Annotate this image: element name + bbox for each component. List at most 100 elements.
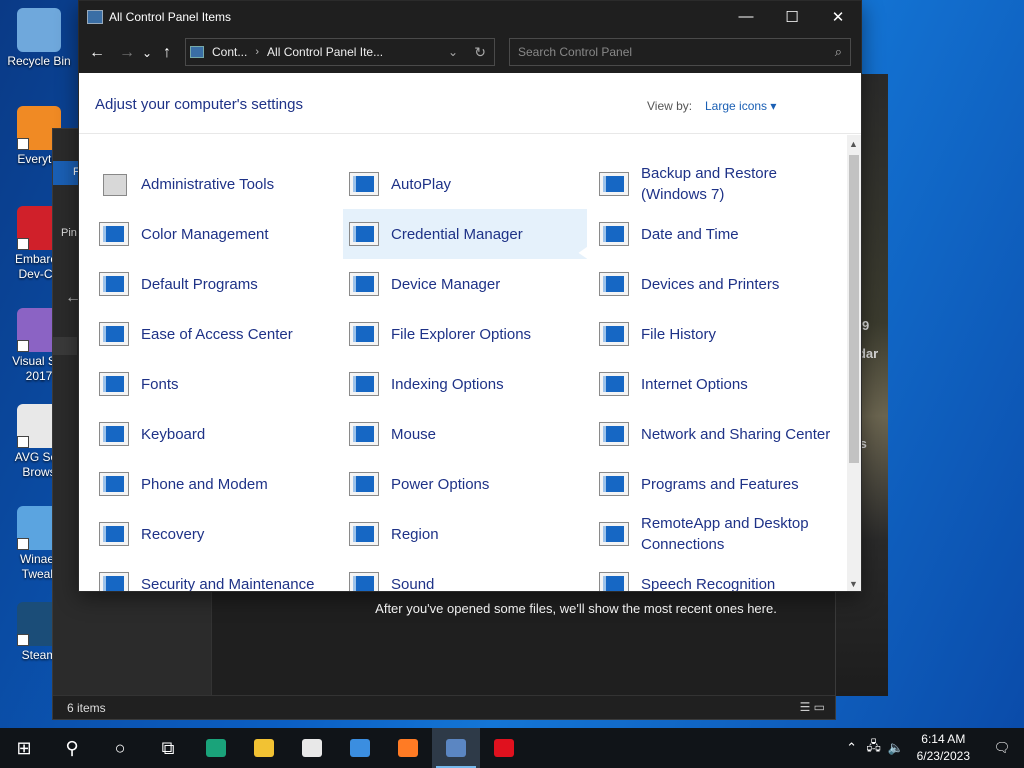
desktop-icon[interactable]: Recycle Bin [4, 8, 74, 69]
control-panel-item[interactable]: Default Programs [93, 259, 337, 309]
control-panel-item[interactable]: Phone and Modem [93, 459, 337, 509]
item-label: Speech Recognition [641, 575, 776, 592]
item-label: Date and Time [641, 225, 739, 243]
back-button[interactable]: ← [85, 39, 109, 67]
up-button[interactable]: ↑ [155, 39, 179, 67]
shortcut-arrow-icon [17, 634, 29, 646]
control-panel-item[interactable]: Fonts [93, 359, 337, 409]
notifications-icon[interactable]: 🗨 [980, 740, 1024, 756]
default-programs-icon [99, 272, 129, 296]
control-panel-item[interactable]: Device Manager [343, 259, 587, 309]
control-panel-item[interactable]: Speech Recognition [593, 559, 837, 591]
control-panel-item[interactable]: Region [343, 509, 587, 559]
start-icon: ⊞ [16, 737, 32, 758]
desktop-app-icon [17, 8, 61, 52]
item-label: Network and Sharing Center [641, 425, 831, 443]
breadcrumb-separator: › [255, 46, 260, 58]
shortcut-arrow-icon [17, 138, 29, 150]
recent-locations-button[interactable]: ⌄ [139, 39, 155, 67]
vertical-scrollbar[interactable]: ▲ ▼ [847, 135, 861, 591]
search-button[interactable]: ⚲ [48, 728, 96, 768]
mail-icon [350, 739, 370, 757]
opera-button[interactable] [480, 728, 528, 768]
address-bar[interactable]: Cont... › All Control Panel Ite... ⌄ ↻ [185, 38, 495, 66]
phone-modem-icon [99, 472, 129, 496]
scrollbar-thumb[interactable] [849, 155, 859, 463]
minimize-button[interactable]: — [723, 1, 769, 32]
start-button[interactable]: ⊞ [0, 728, 48, 768]
mail-button[interactable] [336, 728, 384, 768]
breadcrumb-item[interactable]: All Control Panel Ite... [267, 45, 383, 59]
edge-button[interactable] [192, 728, 240, 768]
store-button[interactable] [288, 728, 336, 768]
chevron-down-icon[interactable]: ⌄ [448, 45, 458, 59]
control-panel-item[interactable]: Internet Options [593, 359, 837, 409]
volume-icon[interactable]: 🔈 [885, 740, 907, 756]
control-panel-item[interactable]: Mouse [343, 409, 587, 459]
firefox-button[interactable] [384, 728, 432, 768]
control-panel-item[interactable]: Network and Sharing Center [593, 409, 837, 459]
taskbar: ⊞ ⚲ ○ ⧉ ⌃ 🖧 🔈 6:14 AM 6/23/2023 🗨 [0, 728, 1024, 768]
scroll-up-icon[interactable]: ▲ [849, 139, 858, 149]
control-panel-icon [446, 739, 466, 757]
view-toggle-icon[interactable]: ☰ ▭ [800, 700, 825, 714]
network-icon[interactable]: 🖧 [863, 737, 885, 759]
control-panel-item[interactable]: Recovery [93, 509, 337, 559]
shortcut-arrow-icon [17, 340, 29, 352]
control-panel-window[interactable]: All Control Panel Items — ☐ ✕ ← → ⌄ ↑ Co… [78, 0, 862, 592]
search-input[interactable]: Search Control Panel ⌕ [509, 38, 851, 66]
task-view-button[interactable]: ⧉ [144, 728, 192, 768]
item-label: File Explorer Options [391, 325, 532, 343]
item-label: Device Manager [391, 275, 501, 293]
search-placeholder: Search Control Panel [518, 45, 633, 59]
control-panel-item[interactable]: Power Options [343, 459, 587, 509]
control-panel-item[interactable]: Keyboard [93, 409, 337, 459]
device-manager-icon [349, 272, 379, 296]
edge-icon [206, 739, 226, 757]
item-label: Ease of Access Center [141, 325, 293, 343]
shortcut-arrow-icon [17, 436, 29, 448]
control-panel-item[interactable]: RemoteApp and Desktop Connections [593, 509, 837, 559]
item-count: 6 items [67, 701, 106, 715]
control-panel-item[interactable]: Ease of Access Center [93, 309, 337, 359]
close-button[interactable]: ✕ [815, 1, 861, 32]
item-label: Devices and Printers [641, 275, 780, 293]
refresh-icon[interactable]: ↻ [474, 44, 486, 61]
control-panel-item[interactable]: Security and Maintenance [93, 559, 337, 591]
control-panel-item[interactable]: Programs and Features [593, 459, 837, 509]
task-view-icon: ⧉ [161, 737, 175, 758]
control-panel-item[interactable]: Devices and Printers [593, 259, 837, 309]
title-bar[interactable]: All Control Panel Items — ☐ ✕ [79, 1, 861, 32]
control-panel-item[interactable]: Date and Time [593, 209, 837, 259]
control-panel-item[interactable]: Color Management [93, 209, 337, 259]
maximize-button[interactable]: ☐ [769, 1, 815, 32]
status-bar: 6 items ☰ ▭ [53, 695, 835, 719]
file-explorer-button[interactable] [240, 728, 288, 768]
search-icon[interactable]: ⌕ [835, 44, 842, 60]
indexing-icon [349, 372, 379, 396]
speech-icon [599, 572, 629, 591]
control-panel-item[interactable]: Indexing Options [343, 359, 587, 409]
control-panel-button[interactable] [432, 728, 480, 768]
show-hidden-icons-icon[interactable]: ⌃ [841, 740, 863, 756]
control-panel-item[interactable]: Credential Manager [343, 209, 587, 259]
region-icon [349, 522, 379, 546]
ease-access-icon [99, 322, 129, 346]
opera-icon [494, 739, 514, 757]
view-by-dropdown[interactable]: Large icons ▾ [705, 99, 776, 113]
control-panel-item[interactable]: AutoPlay [343, 159, 587, 209]
forward-button[interactable]: → [115, 39, 139, 67]
background-tab[interactable]: F [53, 161, 80, 185]
control-panel-item[interactable]: File Explorer Options [343, 309, 587, 359]
control-panel-item[interactable]: Backup and Restore (Windows 7) [593, 159, 837, 209]
control-panel-item[interactable]: Administrative Tools [93, 159, 337, 209]
scroll-down-icon[interactable]: ▼ [849, 579, 858, 589]
cortana-button[interactable]: ○ [96, 728, 144, 768]
breadcrumb-item[interactable]: Cont... [212, 45, 247, 59]
control-panel-icon [87, 9, 103, 24]
clock[interactable]: 6:14 AM 6/23/2023 [917, 731, 970, 765]
item-label: Keyboard [141, 425, 206, 443]
control-panel-item[interactable]: File History [593, 309, 837, 359]
item-label: Backup and Restore (Windows 7) [641, 165, 777, 203]
control-panel-item[interactable]: Sound [343, 559, 587, 591]
